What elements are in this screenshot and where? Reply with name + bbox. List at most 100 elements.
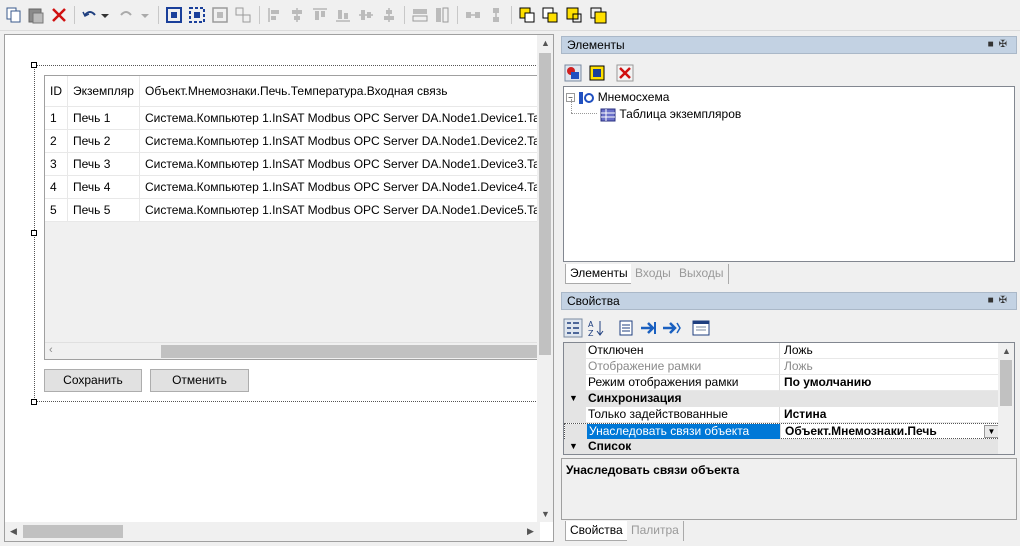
property-row-only-used[interactable]: Только задействованные Истина xyxy=(564,407,1000,423)
undo-icon[interactable] xyxy=(80,5,100,25)
cell-link[interactable]: Система.Компьютер 1.InSAT Modbus OPC Ser… xyxy=(139,152,540,176)
delete-icon[interactable] xyxy=(49,5,69,25)
column-header-link[interactable]: Объект.Мнемознаки.Печь.Температура.Входн… xyxy=(139,76,540,107)
save-button[interactable]: Сохранить xyxy=(44,369,142,392)
category-list[interactable]: ▼ Список xyxy=(564,439,1000,454)
property-value[interactable]: Истина xyxy=(780,407,1000,423)
category-sync[interactable]: ▼ Синхронизация xyxy=(564,391,1000,407)
property-grid-scrollbar[interactable]: ▲ xyxy=(998,343,1014,454)
property-row-frame-display[interactable]: Отображение рамки Ложь xyxy=(564,359,1000,375)
send-to-back-icon[interactable] xyxy=(540,5,560,25)
instances-table[interactable]: ID Экземпляр Объект.Мнемознаки.Печь.Темп… xyxy=(44,75,540,360)
scroll-left-icon[interactable]: ‹ xyxy=(49,344,53,356)
paste-icon[interactable] xyxy=(26,5,46,25)
same-height-icon[interactable] xyxy=(432,5,452,25)
collapse-category-icon[interactable]: ▼ xyxy=(569,391,578,406)
tree-node-instance-table[interactable]: Таблица экземпляров xyxy=(600,106,741,123)
cell-instance[interactable]: Печь 1 xyxy=(67,106,140,130)
tab-inputs[interactable]: Входы xyxy=(631,264,676,284)
design-horizontal-scrollbar[interactable]: ◀ ▶ xyxy=(5,522,540,541)
ungroup-icon[interactable] xyxy=(187,5,207,25)
table-row[interactable]: 2 Печь 2 Система.Компьютер 1.InSAT Modbu… xyxy=(45,129,540,153)
scroll-left-icon[interactable]: ◀ xyxy=(10,526,17,537)
scroll-right-icon[interactable]: ▶ xyxy=(527,526,534,537)
redo-icon[interactable] xyxy=(116,5,136,25)
property-row-frame-mode[interactable]: Режим отображения рамки По умолчанию xyxy=(564,375,1000,391)
elements-tree[interactable]: − Мнемосхема Таблица экземпляров xyxy=(563,86,1015,262)
cell-instance[interactable]: Печь 3 xyxy=(67,152,140,176)
tab-palette[interactable]: Палитра xyxy=(627,521,684,541)
table-horizontal-scrollbar[interactable]: ‹ xyxy=(45,342,540,359)
group-icon[interactable] xyxy=(164,5,184,25)
go-to-link-icon[interactable] xyxy=(661,318,681,338)
design-vertical-scrollbar[interactable]: ▲ ▼ xyxy=(537,35,553,522)
cancel-button[interactable]: Отменить xyxy=(150,369,249,392)
tab-properties[interactable]: Свойства xyxy=(565,521,628,541)
align-grid-icon[interactable] xyxy=(210,5,230,25)
property-grid[interactable]: Отключен Ложь Отображение рамки Ложь Реж… xyxy=(563,342,1015,455)
scroll-down-icon[interactable]: ▼ xyxy=(541,509,550,519)
cell-link[interactable]: Система.Компьютер 1.InSAT Modbus OPC Ser… xyxy=(139,106,540,130)
align-middle-icon[interactable] xyxy=(356,5,376,25)
cell-link[interactable]: Система.Компьютер 1.InSAT Modbus OPC Ser… xyxy=(139,198,540,222)
cell-instance[interactable]: Печь 5 xyxy=(67,198,140,222)
column-header-instance[interactable]: Экземпляр xyxy=(67,76,140,107)
add-element-icon[interactable] xyxy=(563,63,583,83)
property-row-disabled[interactable]: Отключен Ложь xyxy=(564,343,1000,359)
tab-elements[interactable]: Элементы xyxy=(565,264,633,284)
sort-az-icon[interactable]: AZ xyxy=(586,318,606,338)
window-position-icon[interactable]: ■ xyxy=(988,39,999,50)
cell-link[interactable]: Система.Компьютер 1.InSAT Modbus OPC Ser… xyxy=(139,175,540,199)
property-pages-icon[interactable] xyxy=(616,318,636,338)
property-window-icon[interactable] xyxy=(691,318,711,338)
chevron-down-icon[interactable]: ▼ xyxy=(984,425,999,438)
table-row[interactable]: 4 Печь 4 Система.Компьютер 1.InSAT Modbu… xyxy=(45,175,540,199)
window-position-icon[interactable]: ■ xyxy=(988,295,999,306)
bring-to-front-icon[interactable] xyxy=(517,5,537,25)
table-row[interactable]: 5 Печь 5 Система.Компьютер 1.InSAT Modbu… xyxy=(45,198,540,222)
align-left-icon[interactable] xyxy=(265,5,285,25)
table-row[interactable]: 3 Печь 3 Система.Компьютер 1.InSAT Modbu… xyxy=(45,152,540,176)
scrollbar-thumb[interactable] xyxy=(1000,360,1012,406)
property-value-dropdown[interactable]: Объект.Мнемознаки.Печь ▼ xyxy=(781,424,1001,440)
copy-icon[interactable] xyxy=(4,5,24,25)
pin-icon[interactable]: ✠ xyxy=(999,39,1012,50)
align-center-icon[interactable] xyxy=(287,5,307,25)
cell-link[interactable]: Система.Компьютер 1.InSAT Modbus OPC Ser… xyxy=(139,129,540,153)
redo-dropdown-icon[interactable] xyxy=(139,5,159,25)
cell-instance[interactable]: Печь 2 xyxy=(67,129,140,153)
resize-handle-left[interactable] xyxy=(31,230,37,236)
scroll-up-icon[interactable]: ▲ xyxy=(541,38,550,48)
scroll-up-icon[interactable]: ▲ xyxy=(1002,346,1011,356)
design-canvas[interactable]: ID Экземпляр Объект.Мнемознаки.Печь.Темп… xyxy=(5,35,540,522)
property-row-inherit-links[interactable]: Унаследовать связи объекта Объект.Мнемоз… xyxy=(564,423,1001,440)
align-bottom-icon[interactable] xyxy=(333,5,353,25)
categorized-icon[interactable] xyxy=(563,318,583,338)
pin-icon[interactable]: ✠ xyxy=(999,295,1012,306)
table-row[interactable]: 1 Печь 1 Система.Компьютер 1.InSAT Modbu… xyxy=(45,106,540,130)
resize-handle-top-left[interactable] xyxy=(31,62,37,68)
tab-outputs[interactable]: Выходы xyxy=(675,264,729,284)
go-to-icon[interactable] xyxy=(638,318,658,338)
space-vertical-icon[interactable] xyxy=(486,5,506,25)
space-horizontal-icon[interactable] xyxy=(463,5,483,25)
scrollbar-thumb[interactable] xyxy=(23,525,123,538)
column-header-id[interactable]: ID xyxy=(45,76,68,107)
align-vcenter-icon[interactable] xyxy=(379,5,399,25)
cell-instance[interactable]: Печь 4 xyxy=(67,175,140,199)
bring-forward-icon[interactable] xyxy=(564,5,584,25)
element-properties-icon[interactable] xyxy=(587,63,607,83)
tree-node-mnemoscheme[interactable]: − Мнемосхема xyxy=(566,89,669,106)
align-top-icon[interactable] xyxy=(310,5,330,25)
same-width-icon[interactable] xyxy=(410,5,430,25)
distribute-icon[interactable] xyxy=(233,5,253,25)
property-value[interactable]: По умолчанию xyxy=(780,375,1000,391)
property-value[interactable]: Ложь xyxy=(780,359,1000,375)
send-backward-icon[interactable] xyxy=(588,5,608,25)
collapse-category-icon[interactable]: ▼ xyxy=(569,439,578,454)
scrollbar-thumb[interactable] xyxy=(161,345,540,358)
scrollbar-thumb[interactable] xyxy=(539,53,551,355)
property-value[interactable]: Ложь xyxy=(780,343,1000,359)
delete-element-icon[interactable] xyxy=(615,63,635,83)
resize-handle-bottom-left[interactable] xyxy=(31,399,37,405)
